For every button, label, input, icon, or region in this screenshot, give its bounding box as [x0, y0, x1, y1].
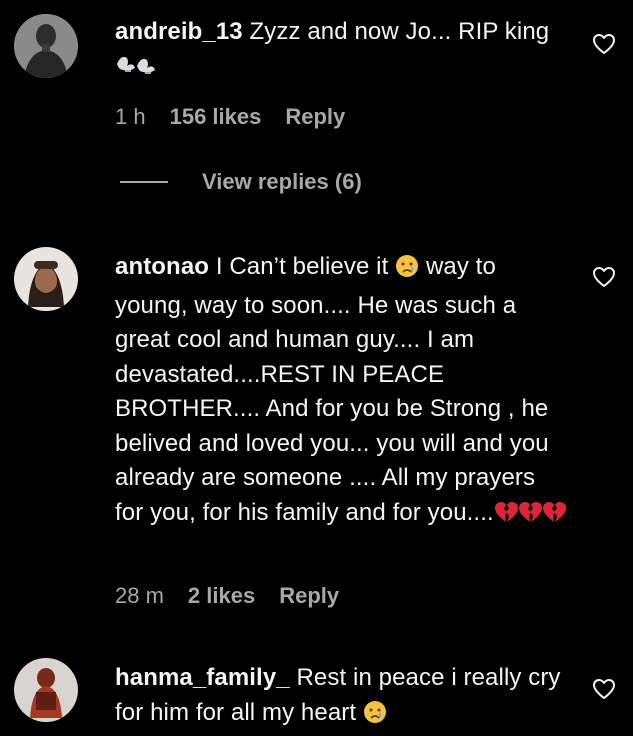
reply-button[interactable]: Reply [279, 583, 339, 609]
comment-body-part-2: way to young, way to soon.... He was suc… [115, 253, 549, 526]
heart-outline-icon[interactable] [592, 266, 616, 288]
comment-body: Zyzz and now Jo... RIP king [249, 18, 550, 45]
avatar[interactable] [14, 247, 78, 311]
avatar[interactable] [14, 658, 78, 722]
username[interactable]: hanma_family_ [115, 664, 290, 691]
crying-face-icon [363, 700, 387, 735]
view-replies-button[interactable]: View replies (6) [120, 169, 362, 195]
avatar[interactable] [14, 14, 78, 78]
comment-meta: 28 m 2 likes Reply [115, 583, 339, 609]
comment-body-part-1: I Can’t believe it [215, 253, 389, 280]
broken-heart-icon [494, 500, 566, 535]
reply-button[interactable]: Reply [285, 104, 345, 130]
dove-icon [115, 52, 159, 89]
timestamp: 28 m [115, 583, 164, 608]
comment-text: hanma_family_ Rest in peace i really cry… [115, 661, 567, 734]
view-replies-label[interactable]: View replies (6) [202, 169, 362, 195]
crying-face-icon [395, 254, 419, 289]
comment-meta: 1 h 156 likes Reply [115, 104, 345, 130]
comment-text: andreib_13 Zyzz and now Jo... RIP king [115, 15, 567, 88]
username[interactable]: andreib_13 [115, 18, 243, 45]
timestamp: 1 h [115, 104, 146, 129]
heart-outline-icon[interactable] [592, 678, 616, 700]
comment-text: antonao I Can’t believe it way to young,… [115, 250, 567, 534]
divider [120, 181, 168, 183]
likes-count[interactable]: 156 likes [170, 104, 262, 130]
username[interactable]: antonao [115, 253, 209, 280]
likes-count[interactable]: 2 likes [188, 583, 255, 609]
heart-outline-icon[interactable] [592, 33, 616, 55]
